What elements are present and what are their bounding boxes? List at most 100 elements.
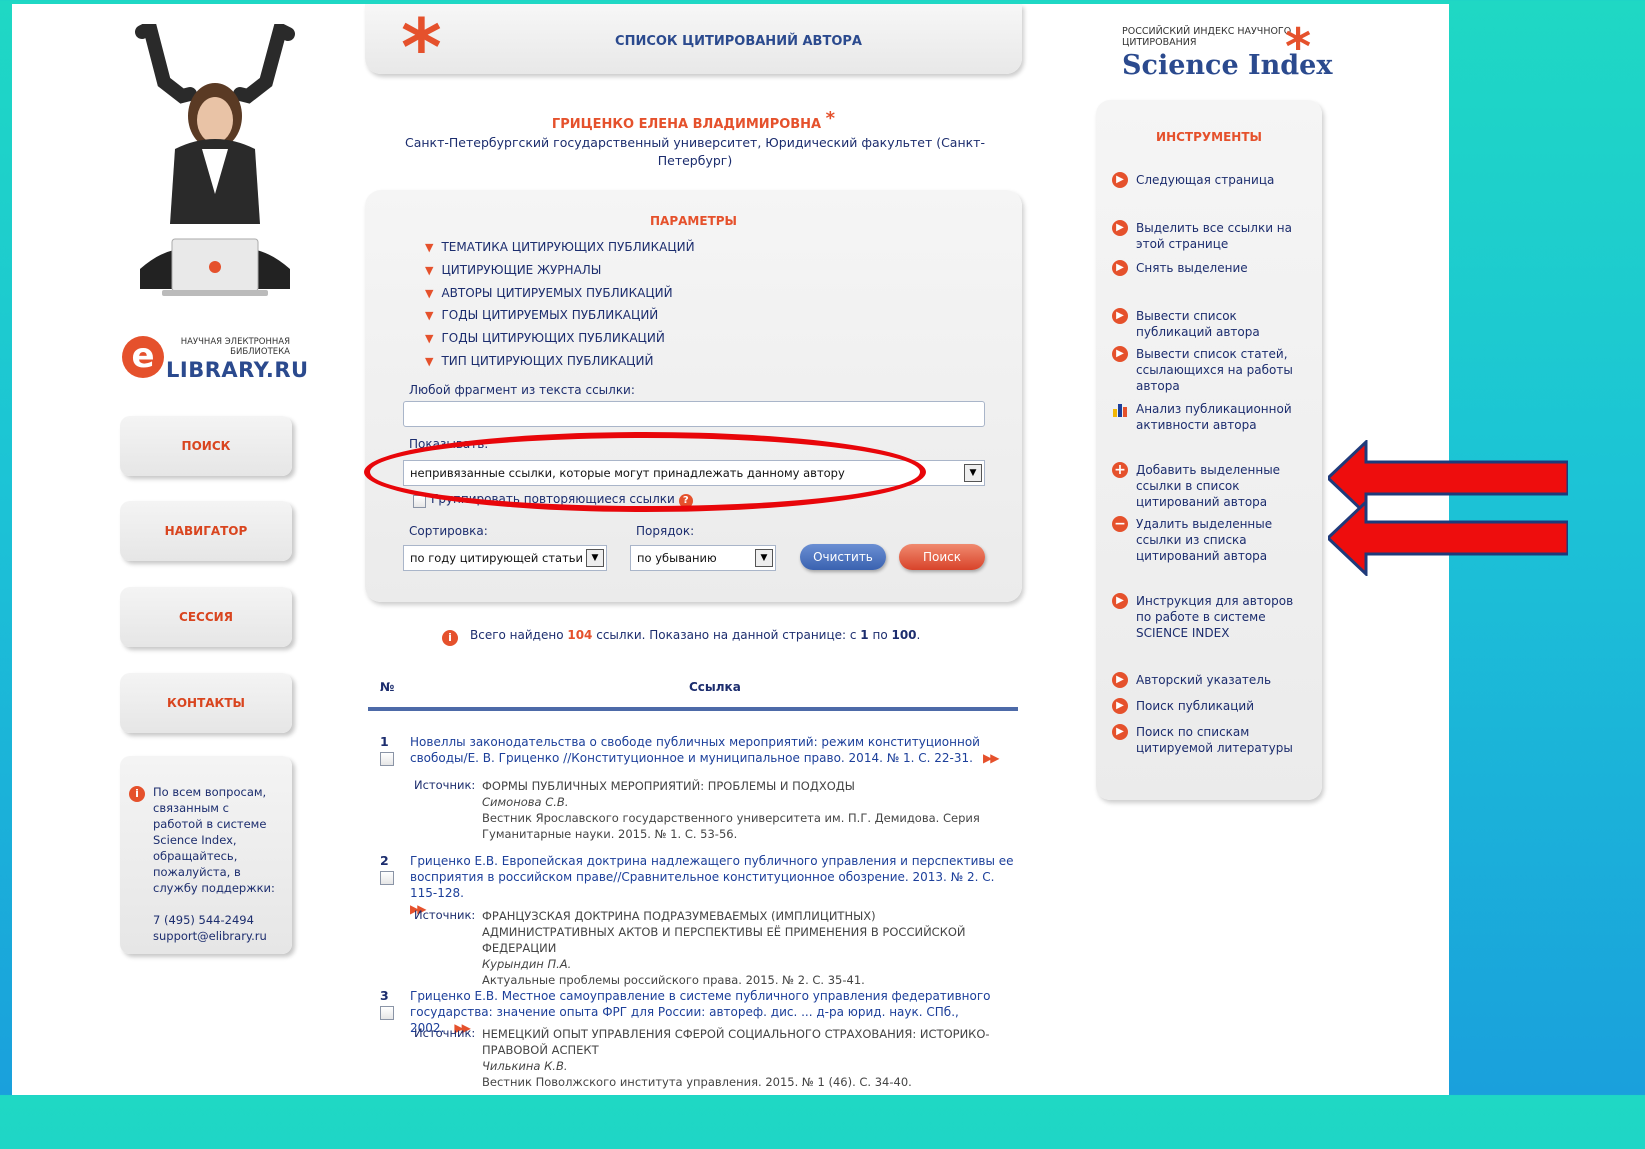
tool-label: Инструкция для авторов по работе в систе… [1136, 594, 1294, 640]
author-name-line: ГРИЦЕНКО ЕЛЕНА ВЛАДИМИРОВНА * [365, 108, 1022, 132]
tool-add-selected[interactable]: + Добавить выделенные ссылки в список цит… [1112, 462, 1312, 510]
nav-contacts-button[interactable]: КОНТАКТЫ [120, 673, 292, 733]
row-checkbox[interactable] [380, 752, 394, 766]
chevron-down-icon[interactable]: ▼ [755, 549, 773, 567]
double-arrow-icon[interactable]: ▶▶ [983, 751, 1000, 765]
row-checkbox[interactable] [380, 1006, 394, 1020]
minus-icon: − [1112, 516, 1128, 532]
triangle-down-icon: ▼ [425, 332, 434, 345]
row-checkbox[interactable] [380, 871, 394, 885]
tool-label: Вывести список статей, ссылающихся на ра… [1136, 347, 1293, 393]
tool-author-index[interactable]: ▶ Авторский указатель [1112, 672, 1312, 688]
tool-activity-analysis[interactable]: Анализ публикационной активности автора [1112, 401, 1312, 433]
elibrary-logo[interactable]: e НАУЧНАЯ ЭЛЕКТРОННАЯ БИБЛИОТЕКА LIBRARY… [122, 334, 308, 386]
arrow-right-icon: ▶ [1112, 220, 1128, 236]
show-label: Показывать: [409, 437, 489, 451]
chevron-down-icon[interactable]: ▼ [964, 464, 982, 482]
table-header-divider [368, 707, 1018, 711]
sort-select[interactable]: по году цитирующей статьи ▼ [403, 545, 607, 571]
tool-remove-selected[interactable]: − Удалить выделенные ссылки из списка цит… [1112, 516, 1312, 564]
filter-citing-journals[interactable]: ▼ ЦИТИРУЮЩИЕ ЖУРНАЛЫ [425, 263, 601, 277]
arrow-right-icon: ▶ [1112, 593, 1128, 609]
page-title: СПИСОК ЦИТИРОВАНИЙ АВТОРА [615, 34, 862, 49]
tool-deselect[interactable]: ▶ Снять выделение [1112, 260, 1312, 276]
show-select-value: непривязанные ссылки, которые могут прин… [410, 466, 845, 480]
pointer-arrow-remove-icon [1328, 500, 1568, 576]
filter-citing-years[interactable]: ▼ ГОДЫ ЦИТИРУЮЩИХ ПУБЛИКАЦИЙ [425, 331, 665, 345]
asterisk-logo-icon: * [401, 4, 442, 94]
source-label: Источник: [414, 1026, 476, 1040]
search-button[interactable]: Поиск [899, 544, 985, 570]
source-journal: Вестник Ярославского государственного ун… [482, 811, 980, 841]
elibrary-logo-text: LIBRARY.RU [166, 358, 309, 382]
tool-citing-articles[interactable]: ▶ Вывести список статей, ссылающихся на р… [1112, 346, 1312, 394]
results-to: 100 [891, 628, 917, 642]
group-duplicates-checkbox[interactable] [413, 495, 426, 508]
support-email[interactable]: support@elibrary.ru [153, 928, 282, 944]
source-title[interactable]: НЕМЕЦКИЙ ОПЫТ УПРАВЛЕНИЯ СФЕРОЙ СОЦИАЛЬН… [482, 1026, 1002, 1058]
chevron-down-icon[interactable]: ▼ [586, 549, 604, 567]
triangle-down-icon: ▼ [425, 287, 434, 300]
author-affiliation[interactable]: Санкт-Петербургский государственный унив… [395, 134, 995, 170]
order-select-value: по убыванию [637, 551, 717, 565]
citation-link[interactable]: Новеллы законодательства о свободе публи… [410, 734, 1018, 766]
tool-select-all[interactable]: ▶ Выделить все ссылки на этой странице [1112, 220, 1312, 252]
support-phone: 7 (495) 544-2494 [153, 913, 254, 927]
tool-next-page[interactable]: ▶ Следующая страница [1112, 172, 1312, 188]
tools-panel: ИНСТРУМЕНТЫ ▶ Следующая страница ▶ Выделит… [1096, 100, 1322, 800]
results-to-word: по [868, 628, 892, 642]
source-title[interactable]: ФОРМЫ ПУБЛИЧНЫХ МЕРОПРИЯТИЙ: ПРОБЛЕМЫ И … [482, 778, 1002, 794]
support-text: По всем вопросам, связанным с работой в … [153, 785, 275, 895]
filter-cited-years[interactable]: ▼ ГОДЫ ЦИТИРУЕМЫХ ПУБЛИКАЦИЙ [425, 308, 658, 322]
show-select[interactable]: непривязанные ссылки, которые могут прин… [403, 460, 985, 486]
source-journal: Актуальные проблемы российского права. 2… [482, 973, 865, 987]
filter-label: АВТОРЫ ЦИТИРУЕМЫХ ПУБЛИКАЦИЙ [441, 286, 673, 300]
info-icon: i [129, 786, 145, 802]
citation-text: Новеллы законодательства о свободе публи… [410, 735, 980, 765]
filter-cited-authors[interactable]: ▼ АВТОРЫ ЦИТИРУЕМЫХ ПУБЛИКАЦИЙ [425, 286, 673, 300]
nav-session-button[interactable]: СЕССИЯ [120, 587, 292, 647]
sort-label: Сортировка: [409, 524, 488, 538]
filter-label: ТИП ЦИТИРУЮЩИХ ПУБЛИКАЦИЙ [441, 354, 654, 368]
order-select[interactable]: по убыванию ▼ [630, 545, 776, 571]
source-details: НЕМЕЦКИЙ ОПЫТ УПРАВЛЕНИЯ СФЕРОЙ СОЦИАЛЬН… [482, 1026, 1002, 1090]
source-title[interactable]: ФРАНЦУЗСКАЯ ДОКТРИНА ПОДРАЗУМЕВАЕМЫХ (ИМ… [482, 908, 1002, 956]
info-icon: i [442, 630, 458, 646]
filter-label: ГОДЫ ЦИТИРУЕМЫХ ПУБЛИКАЦИЙ [441, 308, 659, 322]
tool-label: Удалить выделенные ссылки из списка цити… [1136, 517, 1273, 563]
arrow-right-icon: ▶ [1112, 172, 1128, 188]
filter-citing-type[interactable]: ▼ ТИП ЦИТИРУЮЩИХ ПУБЛИКАЦИЙ [425, 354, 653, 368]
tool-label: Анализ публикационной активности автора [1136, 402, 1292, 432]
citation-row: 3 Гриценко Е.В. Местное самоуправление в… [368, 988, 1018, 1093]
triangle-down-icon: ▼ [425, 264, 434, 277]
arrow-right-icon: ▶ [1112, 698, 1128, 714]
tool-search-references[interactable]: ▶ Поиск по спискам цитируемой литературы [1112, 724, 1312, 756]
fragment-label: Любой фрагмент из текста ссылки: [409, 383, 635, 397]
row-number: 1 [380, 734, 389, 749]
tool-label: Следующая страница [1136, 173, 1275, 187]
tool-instructions[interactable]: ▶ Инструкция для авторов по работе в сист… [1112, 593, 1312, 641]
source-label: Источник: [414, 908, 476, 922]
tool-label: Авторский указатель [1136, 673, 1272, 687]
clear-button[interactable]: Очистить [800, 544, 886, 570]
row-number: 3 [380, 988, 389, 1003]
bar-chart-icon [1113, 404, 1127, 417]
nav-search-button[interactable]: ПОИСК [120, 416, 292, 476]
nav-navigator-button[interactable]: НАВИГАТОР [120, 501, 292, 561]
source-label: Источник: [414, 778, 476, 792]
results-middle: ссылки. Показано на данной странице: с [592, 628, 861, 642]
filter-citing-topics[interactable]: ▼ ТЕМАТИКА ЦИТИРУЮЩИХ ПУБЛИКАЦИЙ [425, 240, 695, 254]
tool-label: Выделить все ссылки на этой странице [1136, 221, 1292, 251]
results-summary: i Всего найдено 104 ссылки. Показано на д… [442, 628, 920, 646]
elibrary-logo-letter: e [122, 336, 164, 378]
filter-label: ЦИТИРУЮЩИЕ ЖУРНАЛЫ [441, 263, 602, 277]
fragment-input[interactable] [403, 401, 985, 427]
elibrary-logo-caption: НАУЧНАЯ ЭЛЕКТРОННАЯ БИБЛИОТЕКА [180, 337, 290, 357]
science-index-caption: РОССИЙСКИЙ ИНДЕКС НАУЧНОГО ЦИТИРОВАНИЯ [1122, 26, 1292, 48]
triangle-down-icon: ▼ [425, 241, 434, 254]
author-name: ГРИЦЕНКО ЕЛЕНА ВЛАДИМИРОВНА [551, 117, 822, 132]
help-icon[interactable]: ? [678, 494, 693, 508]
asterisk-logo-icon: * [1285, 18, 1312, 76]
tool-author-publications[interactable]: ▶ Вывести список публикаций автора [1112, 308, 1312, 340]
tool-search-publications[interactable]: ▶ Поиск публикаций [1112, 698, 1312, 714]
